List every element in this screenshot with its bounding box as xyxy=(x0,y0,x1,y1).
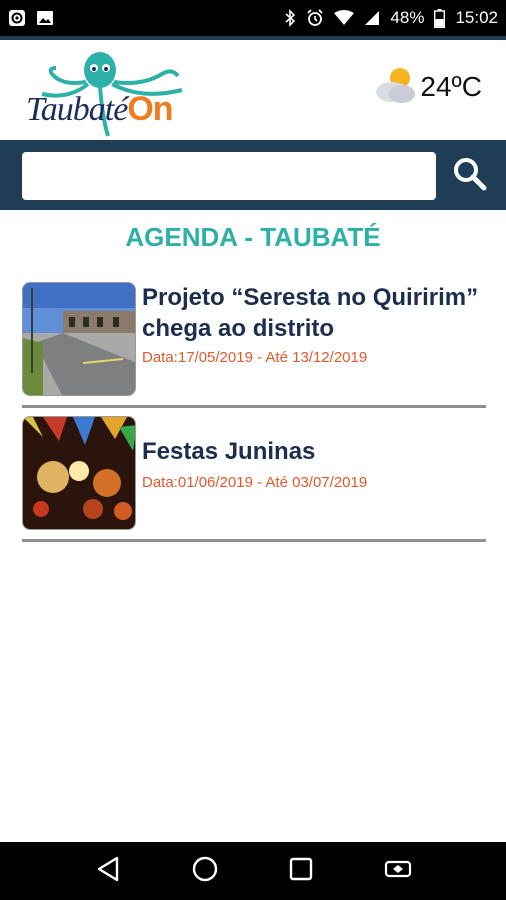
status-bar-left xyxy=(8,9,54,27)
alarm-icon xyxy=(306,9,324,27)
weather-widget: 24ºC xyxy=(372,62,482,111)
android-nav-bar xyxy=(0,842,506,900)
event-title[interactable]: Projeto “Seresta no Quiririm” chega ao d… xyxy=(142,282,486,344)
signal-icon xyxy=(364,10,380,26)
clock: 15:02 xyxy=(455,8,498,27)
event-date: Data:17/05/2019 - Até 13/12/2019 xyxy=(142,349,368,366)
battery-icon xyxy=(434,8,446,28)
bluetooth-icon xyxy=(284,9,296,27)
back-button[interactable] xyxy=(88,851,128,891)
logo-text-accent: On xyxy=(127,90,173,128)
event-item[interactable]: Festas Juninas Data:01/06/2019 - Até 03/… xyxy=(22,408,486,542)
search-input[interactable] xyxy=(22,152,436,200)
temperature: 24ºC xyxy=(420,70,482,102)
logo-text: TaubatéOn xyxy=(26,90,174,129)
status-bar-right: 48% 15:02 xyxy=(284,8,498,28)
taubate-on-logo[interactable]: TaubatéOn xyxy=(22,46,222,138)
home-icon xyxy=(192,856,218,887)
page-title: AGENDA - TAUBATÉ xyxy=(125,222,381,252)
event-date: Data:01/06/2019 - Até 03/07/2019 xyxy=(142,474,368,491)
recents-button[interactable] xyxy=(281,851,321,891)
screen-rotate-icon xyxy=(383,858,413,885)
event-thumbnail-street xyxy=(22,282,136,396)
event-list: Projeto “Seresta no Quiririm” chega ao d… xyxy=(22,280,486,542)
at-sign-icon xyxy=(8,9,26,27)
image-icon xyxy=(36,9,54,27)
wifi-icon xyxy=(334,10,355,26)
event-item[interactable]: Projeto “Seresta no Quiririm” chega ao d… xyxy=(22,280,486,408)
partly-cloudy-icon xyxy=(372,62,418,111)
event-title[interactable]: Festas Juninas xyxy=(142,436,315,467)
search-bar xyxy=(0,140,506,210)
home-button[interactable] xyxy=(185,851,225,891)
recents-icon xyxy=(289,857,313,886)
back-icon xyxy=(96,856,120,887)
battery-percent: 48% xyxy=(390,8,425,27)
status-bar: 48% 15:02 xyxy=(0,0,506,36)
search-button[interactable] xyxy=(446,152,494,200)
app-header: TaubatéOn 24ºC xyxy=(0,40,506,140)
logo-text-main: Taubaté xyxy=(26,91,128,128)
screen-rotate-button[interactable] xyxy=(378,851,418,891)
search-icon xyxy=(452,156,488,197)
event-thumbnail-festival xyxy=(22,416,136,530)
